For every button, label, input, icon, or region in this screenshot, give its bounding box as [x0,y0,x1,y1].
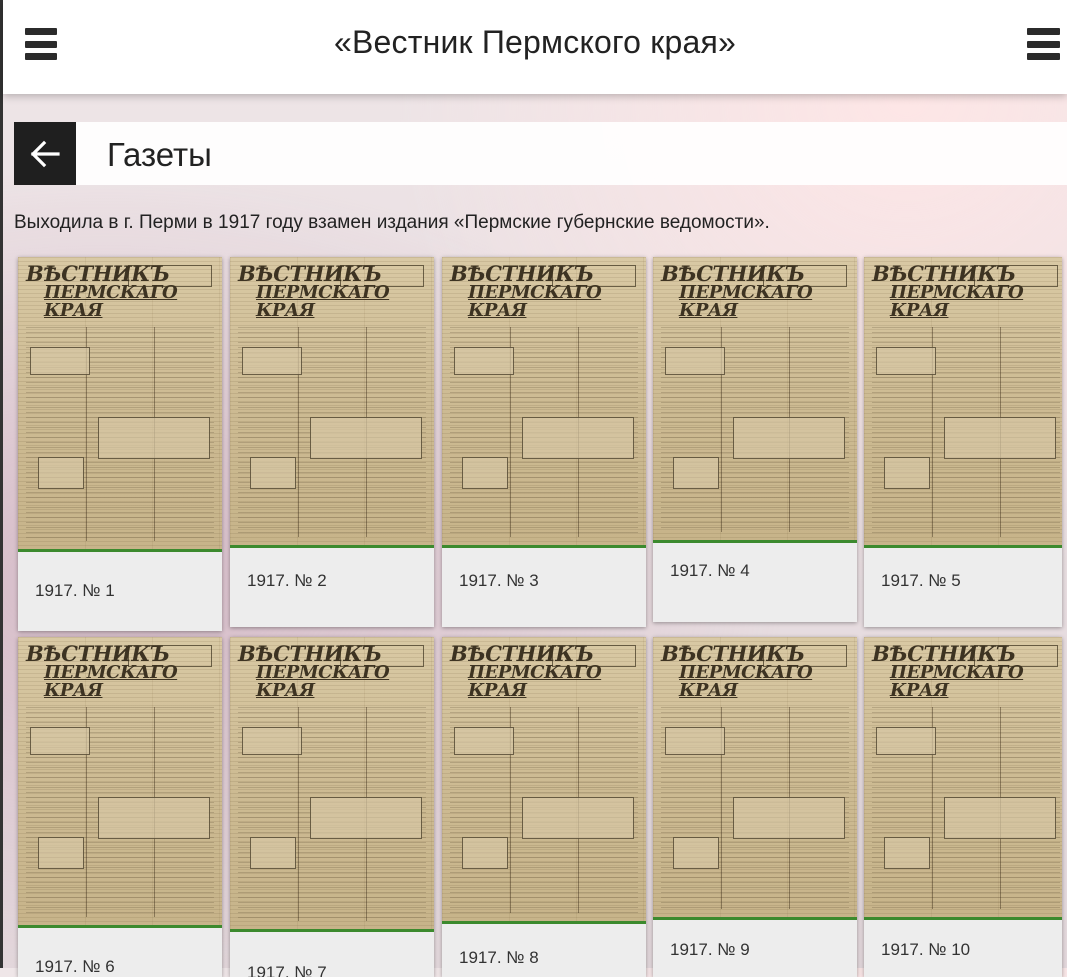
masthead-line2: ПЕРМСКАГО КРАЯ [44,282,178,321]
issue-card[interactable]: ВѢСТНИКЪ ПЕРМСКАГО КРАЯ 1917. № 7 [230,637,434,977]
issue-card[interactable]: ВѢСТНИКЪ ПЕРМСКАГО КРАЯ 1917. № 10 [864,637,1062,977]
issue-label: 1917. № 8 [459,948,539,967]
masthead-box [340,265,424,287]
article-box [673,837,719,869]
issue-card[interactable]: ВѢСТНИКЪ ПЕРМСКАГО КРАЯ 1917. № 1 [18,257,222,631]
article-box [250,457,296,489]
issue-card[interactable]: ВѢСТНИКЪ ПЕРМСКАГО КРАЯ 1917. № 4 [653,257,857,622]
masthead-line2: ПЕРМСКАГО КРАЯ [256,662,390,701]
article-box [250,837,296,869]
issue-card[interactable]: ВѢСТНИКЪ ПЕРМСКАГО КРАЯ 1917. № 2 [230,257,434,627]
newspaper-thumbnail: ВѢСТНИКЪ ПЕРМСКАГО КРАЯ [864,257,1062,548]
article-box [242,347,302,375]
newspaper-thumbnail: ВѢСТНИКЪ ПЕРМСКАГО КРАЯ [442,637,646,924]
newspaper-thumbnail: ВѢСТНИКЪ ПЕРМСКАГО КРАЯ [18,257,222,552]
article-box [665,727,725,755]
article-box [884,457,930,489]
masthead-box [128,265,212,287]
article-box [462,837,508,869]
masthead-box [763,645,847,667]
issue-label: 1917. № 9 [670,940,750,959]
article-box [884,837,930,869]
article-box [310,797,422,839]
article-box [98,417,210,459]
masthead-box [552,645,636,667]
newspaper-thumbnail: ВѢСТНИКЪ ПЕРМСКАГО КРАЯ [18,637,222,928]
masthead-line2: ПЕРМСКАГО КРАЯ [679,282,813,321]
issue-card[interactable]: ВѢСТНИКЪ ПЕРМСКАГО КРАЯ 1917. № 6 [18,637,222,977]
article-box [944,797,1056,839]
article-box [454,347,514,375]
article-box [242,727,302,755]
article-box [462,457,508,489]
masthead-box [974,645,1058,667]
issue-card[interactable]: ВѢСТНИКЪ ПЕРМСКАГО КРАЯ 1917. № 9 [653,637,857,977]
issues-grid: ВѢСТНИКЪ ПЕРМСКАГО КРАЯ 1917. № 1 ВѢСТНИКЪ П… [0,0,1067,977]
issue-label: 1917. № 5 [881,571,961,590]
article-box [665,347,725,375]
newspaper-thumbnail: ВѢСТНИКЪ ПЕРМСКАГО КРАЯ [230,637,434,932]
masthead-box [763,265,847,287]
newspaper-thumbnail: ВѢСТНИКЪ ПЕРМСКАГО КРАЯ [230,257,434,548]
newspaper-thumbnail: ВѢСТНИКЪ ПЕРМСКАГО КРАЯ [653,637,857,920]
masthead-line2: ПЕРМСКАГО КРАЯ [468,662,602,701]
issue-label: 1917. № 4 [670,561,750,580]
masthead-box [340,645,424,667]
article-box [310,417,422,459]
article-box [522,797,634,839]
article-box [733,797,845,839]
masthead-line2: ПЕРМСКАГО КРАЯ [468,282,602,321]
newspaper-thumbnail: ВѢСТНИКЪ ПЕРМСКАГО КРАЯ [864,637,1062,920]
article-box [98,797,210,839]
masthead-line2: ПЕРМСКАГО КРАЯ [256,282,390,321]
article-box [876,727,936,755]
newspaper-thumbnail: ВѢСТНИКЪ ПЕРМСКАГО КРАЯ [653,257,857,543]
issue-card[interactable]: ВѢСТНИКЪ ПЕРМСКАГО КРАЯ 1917. № 8 [442,637,646,977]
issue-label: 1917. № 6 [35,957,115,976]
masthead-line2: ПЕРМСКАГО КРАЯ [44,662,178,701]
article-box [454,727,514,755]
issue-label: 1917. № 2 [247,571,327,590]
article-box [522,417,634,459]
masthead-line2: ПЕРМСКАГО КРАЯ [890,282,1024,321]
issue-card[interactable]: ВѢСТНИКЪ ПЕРМСКАГО КРАЯ 1917. № 5 [864,257,1062,627]
issue-label: 1917. № 1 [35,581,115,600]
masthead-box [552,265,636,287]
masthead-box [974,265,1058,287]
article-box [733,417,845,459]
article-box [38,457,84,489]
issue-label: 1917. № 3 [459,571,539,590]
article-box [38,837,84,869]
issue-label: 1917. № 7 [247,963,327,977]
article-box [876,347,936,375]
issue-card[interactable]: ВѢСТНИКЪ ПЕРМСКАГО КРАЯ 1917. № 3 [442,257,646,627]
masthead-line2: ПЕРМСКАГО КРАЯ [679,662,813,701]
masthead-line2: ПЕРМСКАГО КРАЯ [890,662,1024,701]
article-box [30,347,90,375]
newspaper-thumbnail: ВѢСТНИКЪ ПЕРМСКАГО КРАЯ [442,257,646,548]
article-box [944,417,1056,459]
issue-label: 1917. № 10 [881,940,971,959]
article-box [673,457,719,489]
article-box [30,727,90,755]
masthead-box [128,645,212,667]
